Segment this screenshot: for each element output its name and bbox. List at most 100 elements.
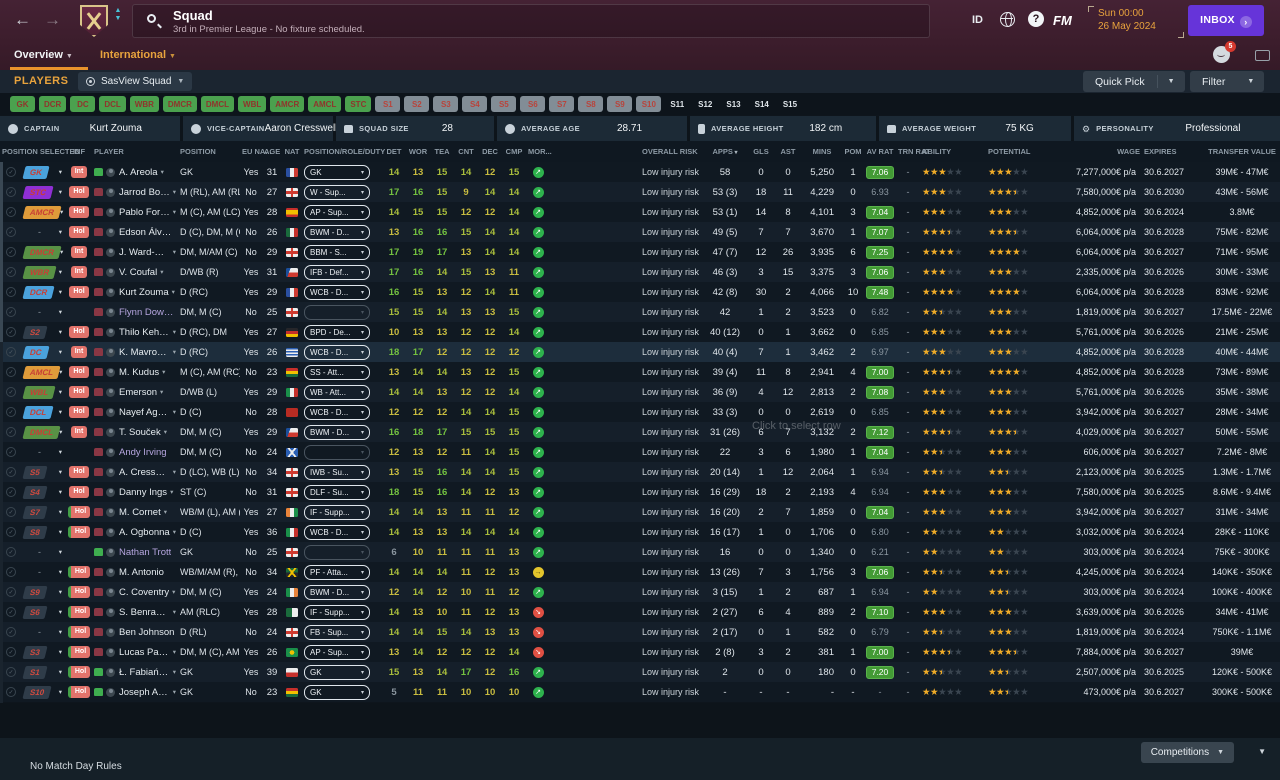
table-row[interactable]: ✓ - ▾ Nathan Trott GK No 25 ▾ 6 10 11 11 11 13 ↗ Low in… <box>0 542 1280 562</box>
position-selected-badge[interactable]: DCR <box>22 285 55 299</box>
col-header-tea[interactable]: TEA <box>430 147 454 156</box>
position-selected-badge[interactable]: AMCL <box>22 365 61 379</box>
row-select-icon[interactable]: ✓ <box>6 347 16 357</box>
chevron-down-icon[interactable]: ▾ <box>59 528 64 536</box>
player-name[interactable]: S. Benrahma <box>119 607 170 618</box>
world-icon[interactable] <box>1000 12 1015 27</box>
table-row[interactable]: ✓S3▾HolLucas Paquetá▾DM, M (C), AM (L...… <box>0 642 1280 662</box>
slot-filter-s14[interactable]: S14 <box>750 96 774 112</box>
role-duty-dropdown[interactable]: BBM - S... ▾ <box>304 244 370 260</box>
chevron-down-icon[interactable]: ▾ <box>59 468 64 476</box>
player-name[interactable]: A. Areola <box>119 167 158 178</box>
role-duty-dropdown[interactable]: W - Sup... ▾ <box>304 184 370 200</box>
row-select-icon[interactable]: ✓ <box>6 207 16 217</box>
row-select-icon[interactable]: ✓ <box>6 687 16 697</box>
position-selected-badge[interactable]: S2 <box>22 325 48 339</box>
table-row[interactable]: ✓DCL▾HolNayef Aguerd▾D (C)No28WCB - D...… <box>0 402 1280 422</box>
player-name[interactable]: Kurt Zouma <box>119 287 169 298</box>
role-duty-dropdown[interactable]: IWB - Su... ▾ <box>304 464 370 480</box>
position-filter-dmcl[interactable]: DMCL <box>200 96 235 112</box>
chevron-down-icon[interactable]: ▾ <box>172 288 175 296</box>
chevron-down-icon[interactable]: ▾ <box>59 288 64 296</box>
chevron-down-icon[interactable]: ▾ <box>59 188 64 196</box>
chevron-down-icon[interactable]: ▾ <box>173 608 176 616</box>
role-duty-dropdown[interactable]: GK ▾ <box>304 164 370 180</box>
quick-pick-button[interactable]: Quick Pick ▼ <box>1083 71 1185 92</box>
chevron-down-icon[interactable]: ▾ <box>59 668 64 676</box>
col-header-cnt[interactable]: CNT <box>454 147 478 156</box>
chevron-down-icon[interactable]: ▾ <box>59 268 64 276</box>
col-header-eu-na-[interactable]: EU NA... <box>240 147 272 156</box>
row-select-icon[interactable]: ✓ <box>6 427 16 437</box>
slot-filter-s11[interactable]: S11 <box>665 96 689 112</box>
player-name[interactable]: K. Mavropanos <box>119 347 170 358</box>
role-duty-dropdown[interactable]: PF - Atta... ▾ <box>304 564 370 580</box>
col-header-pom[interactable]: POM <box>842 147 864 156</box>
col-header-gls[interactable]: GLS <box>748 147 774 156</box>
chevron-down-icon[interactable]: ▾ <box>59 628 64 636</box>
position-filter-dcr[interactable]: DCR <box>39 96 67 112</box>
chevron-down-icon[interactable]: ▾ <box>59 508 64 516</box>
col-header-player[interactable]: PLAYER <box>92 147 178 156</box>
chevron-down-icon[interactable]: ▾ <box>59 548 64 556</box>
chevron-down-icon[interactable]: ▾ <box>59 328 64 336</box>
chevron-down-icon[interactable]: ▾ <box>173 248 176 256</box>
role-duty-dropdown[interactable]: BWM - D... ▾ <box>304 424 370 440</box>
player-name[interactable]: Ł. Fabiański <box>119 667 170 678</box>
position-filter-amcr[interactable]: AMCR <box>270 96 305 112</box>
role-duty-dropdown[interactable]: AP - Sup... ▾ <box>304 644 370 660</box>
help-icon[interactable]: ? <box>1028 11 1044 27</box>
chevron-down-icon[interactable]: ▾ <box>173 408 176 416</box>
row-select-icon[interactable]: ✓ <box>6 667 16 677</box>
slot-filter-s7[interactable]: S7 <box>549 96 575 112</box>
player-name[interactable]: T. Souček <box>119 427 161 438</box>
position-filter-dc[interactable]: DC <box>70 96 96 112</box>
col-header-av-rat[interactable]: AV RAT <box>864 147 896 156</box>
col-header-position-role-duty[interactable]: POSITION/ROLE/DUTY <box>302 147 385 156</box>
player-name[interactable]: A. Cresswell <box>119 467 170 478</box>
role-duty-dropdown[interactable]: ▾ <box>304 444 370 460</box>
col-header-overall-risk[interactable]: OVERALL RISK <box>640 147 702 156</box>
chevron-down-icon[interactable]: ▾ <box>59 588 64 596</box>
role-duty-dropdown[interactable]: BPD - De... ▾ <box>304 324 370 340</box>
table-row[interactable]: ✓ - ▾ Andy Irving DM, M (C) No 24 ▾ 12 13 12 11 14 15… <box>0 442 1280 462</box>
row-select-icon[interactable]: ✓ <box>6 287 16 297</box>
chevron-down-icon[interactable]: ▾ <box>173 208 176 216</box>
position-filter-wbl[interactable]: WBL <box>238 96 267 112</box>
col-header-potential[interactable]: POTENTIAL <box>986 147 1052 156</box>
row-select-icon[interactable]: ✓ <box>6 607 16 617</box>
position-selected-badge[interactable]: S6 <box>22 605 48 619</box>
row-select-icon[interactable]: ✓ <box>6 327 16 337</box>
table-row[interactable]: ✓ DMCL ▾ Int T. Souček ▾ DM, M (C) Yes 29 BWM - D… <box>0 422 1280 442</box>
slot-filter-s4[interactable]: S4 <box>462 96 488 112</box>
chevron-down-icon[interactable]: ▾ <box>59 348 64 356</box>
tab-overview[interactable]: Overview ▼ <box>10 49 88 70</box>
role-duty-dropdown[interactable]: ▾ <box>304 544 370 560</box>
position-selected-badge[interactable]: S4 <box>22 485 48 499</box>
chevron-down-icon[interactable]: ▾ <box>173 468 176 476</box>
role-duty-dropdown[interactable]: DLF - Su... ▾ <box>304 484 370 500</box>
position-selected-badge[interactable]: WBL <box>22 385 56 399</box>
position-selected-badge[interactable]: DCL <box>22 405 55 419</box>
scrollbar-thumb[interactable] <box>0 162 3 342</box>
slot-filter-s13[interactable]: S13 <box>721 96 745 112</box>
col-header-position[interactable]: POSITION <box>178 147 240 156</box>
slot-filter-s9[interactable]: S9 <box>607 96 633 112</box>
forward-arrow-icon[interactable]: → <box>44 10 61 30</box>
row-select-icon[interactable]: ✓ <box>6 387 16 397</box>
chevron-down-icon[interactable]: ▾ <box>59 688 64 696</box>
slot-filter-s1[interactable]: S1 <box>375 96 401 112</box>
table-row[interactable]: ✓DMCR▾IntJ. Ward-Prowse▾DM, M/AM (C)No29… <box>0 242 1280 262</box>
chevron-down-icon[interactable]: ▾ <box>59 168 64 176</box>
row-select-icon[interactable]: ✓ <box>6 567 16 577</box>
position-selected-badge[interactable]: S8 <box>22 525 48 539</box>
club-crest-icon[interactable] <box>80 5 108 37</box>
col-header-ast[interactable]: AST <box>774 147 802 156</box>
table-row[interactable]: ✓ GK ▾ Int A. Areola ▾ GK Yes 31 GK ▾ 14 13 15 14 12 15 ↗… <box>0 162 1280 182</box>
table-row[interactable]: ✓STC▾HolJarrod Bowen▾M (RL), AM (RLC)...… <box>0 182 1280 202</box>
manager-id-button[interactable]: ID <box>972 14 983 26</box>
col-header-mor-[interactable]: MOR... <box>526 147 552 156</box>
chevron-down-icon[interactable]: ▾ <box>59 388 64 396</box>
table-row[interactable]: ✓ - ▾ Hol Ben Johnson D (RL) No 24 FB - Sup... ▾ 1… <box>0 622 1280 642</box>
chevron-down-icon[interactable]: ▾ <box>173 348 176 356</box>
